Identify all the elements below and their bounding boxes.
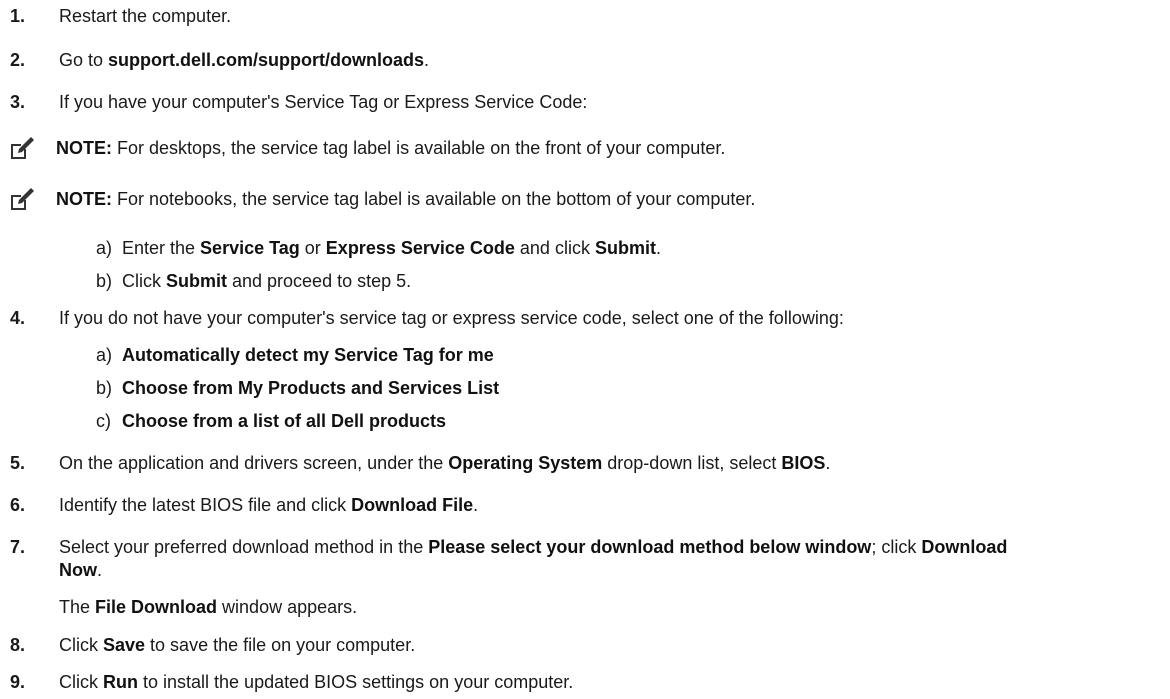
step-number: 8. bbox=[10, 635, 26, 655]
step-number: 2. bbox=[10, 50, 26, 70]
pencil-note-icon bbox=[11, 188, 34, 210]
support-url-link[interactable]: support.dell.com/support/downloads bbox=[108, 50, 424, 70]
step-number: 9. bbox=[10, 672, 26, 692]
step-text: Select your preferred download method in… bbox=[59, 537, 1008, 557]
step-text: If you do not have your computer's servi… bbox=[59, 308, 844, 328]
step-text: Click Run to install the updated BIOS se… bbox=[59, 672, 574, 692]
note-text: NOTE: For notebooks, the service tag lab… bbox=[56, 189, 756, 209]
option-my-products[interactable]: Choose from My Products and Services Lis… bbox=[122, 378, 499, 398]
step-text: Click Save to save the file on your comp… bbox=[59, 635, 416, 655]
note-text: NOTE: For desktops, the service tag labe… bbox=[56, 138, 726, 158]
pencil-note-icon bbox=[11, 137, 34, 159]
substep-4a: a) Automatically detect my Service Tag fo… bbox=[96, 345, 494, 365]
substep-4b: b) Choose from My Products and Services L… bbox=[96, 378, 500, 398]
step-number: 3. bbox=[10, 92, 26, 112]
step-number: 6. bbox=[10, 495, 26, 515]
step-number: 7. bbox=[10, 537, 26, 557]
substep-4c: c) Choose from a list of all Dell product… bbox=[96, 411, 447, 431]
step-text: Identify the latest BIOS file and click … bbox=[59, 495, 479, 515]
substep-3a: a) Enter the Service Tag or Express Servi… bbox=[96, 238, 661, 258]
step-number: 1. bbox=[10, 6, 26, 26]
step-text: If you have your computer's Service Tag … bbox=[59, 92, 588, 112]
step-number: 4. bbox=[10, 308, 26, 328]
option-auto-detect[interactable]: Automatically detect my Service Tag for … bbox=[122, 345, 494, 365]
step-text: On the application and drivers screen, u… bbox=[59, 453, 831, 473]
step-number: 5. bbox=[10, 453, 26, 473]
option-all-products[interactable]: Choose from a list of all Dell products bbox=[122, 411, 446, 431]
substep-3b: b) Click Submit and proceed to step 5. bbox=[96, 271, 412, 291]
step-text: Go to support.dell.com/support/downloads… bbox=[59, 50, 430, 70]
step-text: Restart the computer. bbox=[59, 6, 232, 26]
